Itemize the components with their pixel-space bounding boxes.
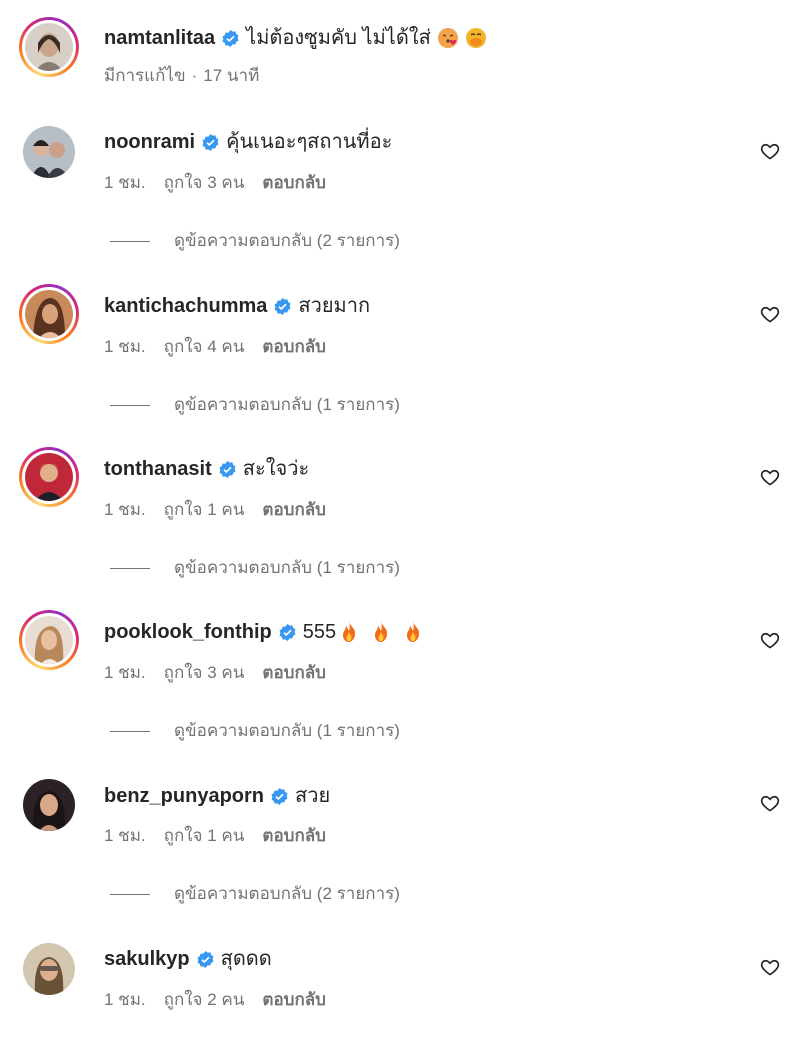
comment-time: 1 ชม. — [104, 826, 146, 845]
divider — [110, 730, 150, 732]
like-heart-icon[interactable] — [760, 467, 780, 487]
comment-text: สะใจว่ะ — [242, 458, 310, 480]
username[interactable]: sakulkyp — [104, 947, 190, 971]
comment-text: คุ้นเนอะๆสถานที่อะ — [226, 131, 393, 153]
divider — [110, 240, 150, 242]
avatar[interactable] — [19, 17, 79, 77]
face-blowing-kiss-emoji — [437, 27, 459, 49]
view-replies-label: ดูข้อความตอบกลับ (2 รายการ) — [174, 231, 400, 250]
username[interactable]: noonrami — [104, 130, 195, 154]
avatar[interactable] — [19, 447, 79, 507]
avatar[interactable] — [19, 284, 79, 344]
divider — [110, 567, 150, 569]
reply-button[interactable]: ตอบกลับ — [262, 663, 326, 682]
comment-time: 1 ชม. — [104, 337, 146, 356]
username[interactable]: kantichachumma — [104, 294, 267, 318]
comment-time: 1 ชม. — [104, 173, 146, 192]
verified-badge-icon — [278, 623, 297, 642]
like-heart-icon[interactable] — [760, 141, 780, 161]
comment-time: 1 ชม. — [104, 663, 146, 682]
like-count[interactable]: ถูกใจ 1 คน — [164, 500, 245, 519]
comment-text: สวยมาก — [298, 295, 371, 317]
reply-button[interactable]: ตอบกลับ — [262, 826, 326, 845]
comment-text: สวย — [295, 785, 331, 807]
verified-badge-icon — [201, 133, 220, 152]
like-heart-icon[interactable] — [760, 630, 780, 650]
like-heart-icon[interactable] — [760, 304, 780, 324]
like-count[interactable]: ถูกใจ 3 คน — [164, 663, 245, 682]
like-count[interactable]: ถูกใจ 1 คน — [164, 826, 245, 845]
like-count[interactable]: ถูกใจ 4 คน — [164, 337, 245, 356]
reply-button[interactable]: ตอบกลับ — [262, 990, 326, 1009]
fire-emoji — [402, 621, 424, 643]
verified-badge-icon — [196, 950, 215, 969]
avatar[interactable] — [23, 126, 75, 178]
view-replies-button[interactable]: ดูข้อความตอบกลับ (1 รายการ) — [110, 558, 400, 578]
reply-button[interactable]: ตอบกลับ — [262, 337, 326, 356]
verified-badge-icon — [270, 787, 289, 806]
view-replies-button[interactable]: ดูข้อความตอบกลับ (2 รายการ) — [110, 231, 400, 251]
view-replies-button[interactable]: ดูข้อความตอบกลับ (1 รายการ) — [110, 395, 400, 415]
post-time: 17 นาที — [203, 66, 260, 85]
verified-badge-icon — [218, 460, 237, 479]
view-replies-label: ดูข้อความตอบกลับ (1 รายการ) — [174, 395, 400, 414]
comment-text: 555 — [302, 621, 337, 643]
view-replies-label: ดูข้อความตอบกลับ (1 รายการ) — [174, 721, 400, 740]
username[interactable]: benz_punyaporn — [104, 784, 264, 808]
username[interactable]: namtanlitaa — [104, 26, 215, 50]
view-replies-label: ดูข้อความตอบกลับ (2 รายการ) — [174, 884, 400, 903]
view-replies-label: ดูข้อความตอบกลับ (1 รายการ) — [174, 558, 400, 577]
face-hand-over-mouth-emoji — [465, 27, 487, 49]
username[interactable]: pooklook_fonthip — [104, 620, 272, 644]
divider — [110, 404, 150, 406]
divider — [110, 893, 150, 895]
comment-text: สุดดด — [220, 948, 272, 970]
view-replies-button[interactable]: ดูข้อความตอบกลับ (1 รายการ) — [110, 721, 400, 741]
view-replies-button[interactable]: ดูข้อความตอบกลับ (2 รายการ) — [110, 884, 400, 904]
like-count[interactable]: ถูกใจ 2 คน — [164, 990, 245, 1009]
reply-button[interactable]: ตอบกลับ — [262, 500, 326, 519]
verified-badge-icon — [273, 297, 292, 316]
fire-emoji — [338, 621, 360, 643]
post-meta: มีการแก้ไข · 17 นาที — [104, 66, 277, 86]
meta-separator: · — [191, 66, 198, 85]
verified-badge-icon — [221, 29, 240, 48]
reply-button[interactable]: ตอบกลับ — [262, 173, 326, 192]
comment-time: 1 ชม. — [104, 500, 146, 519]
comment-time: 1 ชม. — [104, 990, 146, 1009]
like-heart-icon[interactable] — [760, 957, 780, 977]
fire-emoji — [370, 621, 392, 643]
avatar[interactable] — [19, 610, 79, 670]
edited-label: มีการแก้ไข — [104, 66, 186, 85]
like-count[interactable]: ถูกใจ 3 คน — [164, 173, 245, 192]
avatar[interactable] — [23, 943, 75, 995]
like-heart-icon[interactable] — [760, 793, 780, 813]
username[interactable]: tonthanasit — [104, 457, 212, 481]
avatar[interactable] — [23, 779, 75, 831]
caption-text: ไม่ต้องซูมคับ ไม่ได้ใส่ — [246, 27, 431, 49]
